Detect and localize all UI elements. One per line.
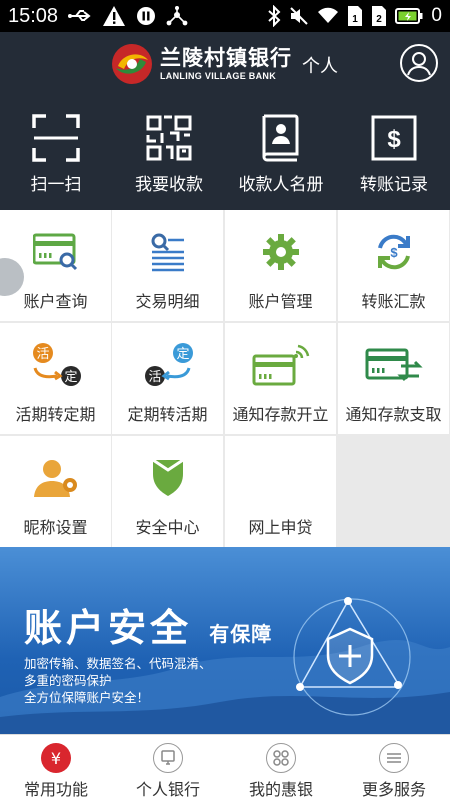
transaction-detail-icon (112, 230, 223, 274)
grid-label: 交易明细 (135, 292, 200, 311)
badge-current: 活 (148, 370, 161, 385)
grid-label: 定期转活期 (127, 405, 208, 424)
usb-icon (68, 8, 92, 24)
security-shield-graphic-icon (293, 597, 411, 716)
transfer-record-icon: $ (339, 112, 449, 164)
tab-common-functions[interactable]: ¥ 常用功能 (0, 735, 112, 801)
receive-payment-button[interactable]: 我要收款 (114, 112, 224, 195)
svg-text:2: 2 (377, 14, 383, 25)
payee-book-button[interactable]: 收款人名册 (226, 112, 336, 195)
status-time: 15:08 (8, 4, 59, 27)
grid-item-nickname-settings[interactable]: 昵称设置 (0, 436, 111, 547)
tab-label: 个人银行 (135, 780, 200, 799)
transfer-records-button[interactable]: $ 转账记录 (339, 112, 449, 195)
fixed-to-current-icon: 定活 (112, 343, 223, 387)
promo-banner[interactable]: 账户安全 有保障 加密传输、数据签名、代码混淆、 多重的密码保护 全方位保障账户… (0, 547, 450, 734)
battery-level: 0 (431, 5, 442, 26)
notice-deposit-open-icon (225, 343, 336, 387)
tab-more-services[interactable]: 更多服务 (338, 735, 450, 801)
wifi-icon (317, 7, 339, 25)
sim1-icon: 1 (347, 5, 363, 27)
grid-label: 账户管理 (248, 292, 313, 311)
scan-label: 扫一扫 (30, 175, 82, 195)
bank-logo: 兰陵村镇银行 LANLING VILLAGE BANK (110, 42, 292, 86)
mode-label[interactable]: 个人 (302, 52, 338, 78)
grid-label: 昵称设置 (23, 518, 88, 537)
banner-title-small: 有保障 (209, 622, 273, 646)
bluetooth-icon (267, 5, 281, 27)
qr-code-icon (114, 112, 224, 164)
apps-icon (266, 743, 296, 773)
scan-button[interactable]: 扫一扫 (1, 112, 111, 195)
badge-fixed: 定 (176, 347, 189, 362)
tab-my-benefits[interactable]: 我的惠银 (225, 735, 337, 801)
grid-item-transaction-detail[interactable]: 交易明细 (112, 210, 223, 321)
badge-fixed: 定 (64, 370, 77, 385)
grid-item-account-management[interactable]: 账户管理 (225, 210, 336, 321)
yen-icon: ¥ (41, 743, 71, 773)
scan-icon (1, 112, 111, 164)
grid-label: 安全中心 (135, 518, 200, 537)
battery-icon (395, 8, 423, 24)
sim2-icon: 2 (371, 5, 387, 27)
tab-label: 常用功能 (23, 780, 88, 799)
tab-label: 我的惠银 (248, 780, 313, 799)
status-bar: 15:08 1 2 0 (0, 0, 450, 32)
contacts-book-icon (226, 112, 336, 164)
grid-item-security-center[interactable]: 安全中心 (112, 436, 223, 547)
nickname-settings-icon (0, 456, 111, 500)
tab-label: 更多服务 (361, 780, 426, 799)
grid-label: 通知存款支取 (345, 405, 442, 424)
grid-item-transfer[interactable]: $ 转账汇款 (338, 210, 449, 321)
shield-icon (112, 456, 223, 500)
svg-text:1: 1 (353, 14, 359, 25)
bank-name-cn: 兰陵村镇银行 (160, 45, 292, 70)
grid-item-notice-deposit-open[interactable]: 通知存款开立 (225, 323, 336, 434)
feature-grid: 账户查询 交易明细 账户管理 $ 转账汇款 活定 活期转定期 定活 定期转活期 (0, 210, 450, 547)
bank-name-en: LANLING VILLAGE BANK (160, 70, 276, 81)
bank-logo-emblem-icon (112, 44, 152, 84)
header: 兰陵村镇银行 LANLING VILLAGE BANK 个人 扫一扫 我要收款 … (0, 32, 450, 210)
transfer-records-label: 转账记录 (360, 175, 428, 195)
svg-text:$: $ (390, 245, 398, 260)
transfer-icon: $ (338, 230, 449, 274)
gear-icon (225, 230, 336, 274)
pause-icon (136, 6, 156, 26)
share-network-icon (166, 6, 188, 26)
grid-item-current-to-fixed[interactable]: 活定 活期转定期 (0, 323, 111, 434)
grid-label: 活期转定期 (15, 405, 96, 424)
grid-item-notice-deposit-withdraw[interactable]: 通知存款支取 (338, 323, 449, 434)
svg-text:$: $ (387, 126, 401, 153)
receive-payment-label: 我要收款 (135, 175, 203, 195)
mute-icon (289, 6, 309, 26)
grid-label: 通知存款开立 (232, 405, 329, 424)
bottom-tab-bar: ¥ 常用功能 个人银行 我的惠银 更多服务 (0, 734, 450, 800)
grid-item-fixed-to-current[interactable]: 定活 定期转活期 (112, 323, 223, 434)
user-profile-button[interactable] (399, 43, 439, 83)
notice-deposit-withdraw-icon (338, 343, 449, 387)
payee-book-label: 收款人名册 (238, 175, 324, 195)
current-to-fixed-icon: 活定 (0, 343, 111, 387)
banner-title: 账户安全 有保障 (24, 606, 273, 650)
more-services-icon (379, 743, 409, 773)
grid-item-online-loan[interactable]: 网上申贷 (225, 436, 336, 547)
warning-icon (102, 5, 126, 27)
tab-personal-banking[interactable]: 个人银行 (112, 735, 224, 801)
banner-subtitle: 加密传输、数据签名、代码混淆、 多重的密码保护 全方位保障账户安全！ (24, 656, 212, 705)
personal-bank-icon (153, 743, 183, 773)
grid-label: 网上申贷 (248, 518, 313, 537)
grid-label: 转账汇款 (361, 292, 426, 311)
user-icon (400, 44, 438, 82)
badge-current: 活 (36, 347, 49, 362)
